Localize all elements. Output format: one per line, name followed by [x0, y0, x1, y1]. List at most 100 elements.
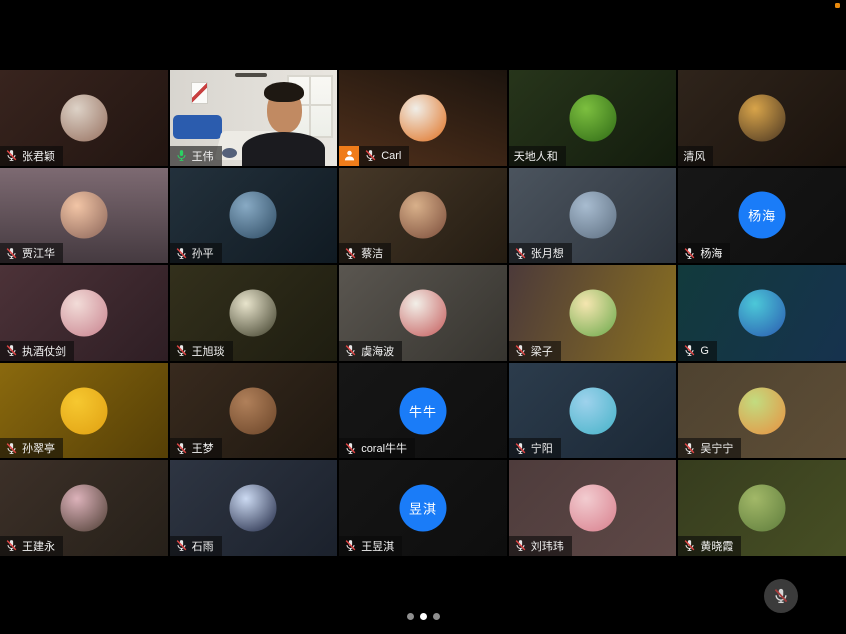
participant-name-label: G [678, 341, 717, 361]
mic-muted-icon [683, 247, 696, 260]
avatar-initials: 牛牛 [399, 387, 446, 434]
participant-name: 清风 [683, 148, 705, 164]
participant-name-label: 王昱淇 [339, 536, 402, 556]
participant-tile[interactable]: 王伟 [170, 70, 338, 166]
participant-name: 执酒仗剑 [22, 343, 66, 359]
mic-muted-icon [175, 539, 188, 552]
participant-tile[interactable]: G [678, 265, 846, 361]
pagination-dot[interactable] [407, 613, 414, 620]
participant-name-label: 张月想 [509, 243, 572, 263]
participant-tile[interactable]: 蔡洁 [339, 168, 507, 264]
participant-tile[interactable]: 天地人和 [509, 70, 677, 166]
participant-name: 蔡洁 [361, 245, 383, 261]
pagination-dot[interactable] [433, 613, 440, 620]
participant-name-label: 吴宁宁 [678, 438, 741, 458]
mic-muted-icon [175, 344, 188, 357]
avatar [60, 94, 107, 141]
mic-muted-icon [5, 344, 18, 357]
participant-tile[interactable]: 石雨 [170, 460, 338, 556]
participant-name-label: 黄晓霞 [678, 536, 741, 556]
participant-tile[interactable]: 梁子 [509, 265, 677, 361]
participant-name: 黄晓霞 [700, 538, 733, 554]
participant-tile[interactable]: 孙平 [170, 168, 338, 264]
participant-name-label: coral牛牛 [339, 438, 415, 458]
participant-name-label: 王梦 [170, 438, 222, 458]
participant-name: 天地人和 [514, 148, 558, 164]
participant-name-label: 梁子 [509, 341, 561, 361]
meeting-window: 张君颖 [0, 0, 846, 634]
participant-tile[interactable]: 执酒仗剑 [0, 265, 168, 361]
avatar [569, 192, 616, 239]
pagination-dot[interactable] [420, 613, 427, 620]
participant-tile[interactable]: Carl [339, 70, 507, 166]
person [240, 81, 327, 165]
participant-tile[interactable]: 牛牛 coral牛牛 [339, 363, 507, 459]
participant-tile[interactable]: 吴宁宁 [678, 363, 846, 459]
participant-name-label: 天地人和 [509, 146, 566, 166]
participant-name-label: 贾江华 [0, 243, 63, 263]
participant-name: 张君颖 [22, 148, 55, 164]
participant-name-label: 宁阳 [509, 438, 561, 458]
sofa [173, 115, 222, 139]
avatar [60, 387, 107, 434]
mic-muted-icon [5, 247, 18, 260]
picture-frame [191, 82, 208, 103]
participant-name: 王伟 [192, 148, 214, 164]
participant-tile[interactable]: 虞海波 [339, 265, 507, 361]
participant-name-label: 执酒仗剑 [0, 341, 74, 361]
avatar [230, 485, 277, 532]
video-grid: 张君颖 [0, 70, 846, 556]
avatar [230, 192, 277, 239]
participant-tile[interactable]: 刘玮玮 [509, 460, 677, 556]
participant-tile[interactable]: 张君颖 [0, 70, 168, 166]
participant-tile[interactable]: 张月想 [509, 168, 677, 264]
mic-muted-icon [5, 442, 18, 455]
mic-muted-icon [683, 344, 696, 357]
participant-tile[interactable]: 孙翠亭 [0, 363, 168, 459]
participant-tile[interactable]: 宁阳 [509, 363, 677, 459]
participant-tile[interactable]: 清风 [678, 70, 846, 166]
avatar [739, 94, 786, 141]
mic-muted-icon [344, 344, 357, 357]
avatar [739, 387, 786, 434]
avatar [739, 289, 786, 336]
avatar [230, 387, 277, 434]
avatar [399, 94, 446, 141]
mic-active-icon [175, 149, 188, 162]
participant-tile[interactable]: 黄晓霞 [678, 460, 846, 556]
participant-name: 王梦 [192, 440, 214, 456]
mic-muted-icon [683, 442, 696, 455]
participant-name: 杨海 [700, 245, 722, 261]
participant-name: 张月想 [531, 245, 564, 261]
participant-name: G [700, 345, 709, 357]
participant-name-label: 清风 [678, 146, 713, 166]
avatar [569, 94, 616, 141]
avatar [569, 485, 616, 532]
mic-muted-icon [175, 442, 188, 455]
mic-muted-icon [514, 442, 527, 455]
participant-name: 王旭琰 [192, 343, 225, 359]
participant-name: 贾江华 [22, 245, 55, 261]
mute-button[interactable] [764, 579, 798, 613]
ceiling-vent [235, 73, 267, 77]
mic-muted-icon [514, 344, 527, 357]
participant-name: 王昱淇 [361, 538, 394, 554]
avatar [399, 289, 446, 336]
participant-name: 梁子 [531, 343, 553, 359]
participant-name-label: Carl [339, 146, 409, 166]
participant-name-label: 孙平 [170, 243, 222, 263]
participant-name: 吴宁宁 [700, 440, 733, 456]
mic-muted-icon [364, 149, 377, 162]
participant-tile[interactable]: 杨海 杨海 [678, 168, 846, 264]
participant-tile[interactable]: 贾江华 [0, 168, 168, 264]
mic-muted-icon [683, 539, 696, 552]
participant-name: 宁阳 [531, 440, 553, 456]
participant-name-label: 石雨 [170, 536, 222, 556]
participant-tile[interactable]: 王建永 [0, 460, 168, 556]
participant-tile[interactable]: 昱淇 王昱淇 [339, 460, 507, 556]
mic-muted-icon [514, 247, 527, 260]
participant-name: 刘玮玮 [531, 538, 564, 554]
participant-tile[interactable]: 王旭琰 [170, 265, 338, 361]
participant-name-label: 王旭琰 [170, 341, 233, 361]
participant-tile[interactable]: 王梦 [170, 363, 338, 459]
